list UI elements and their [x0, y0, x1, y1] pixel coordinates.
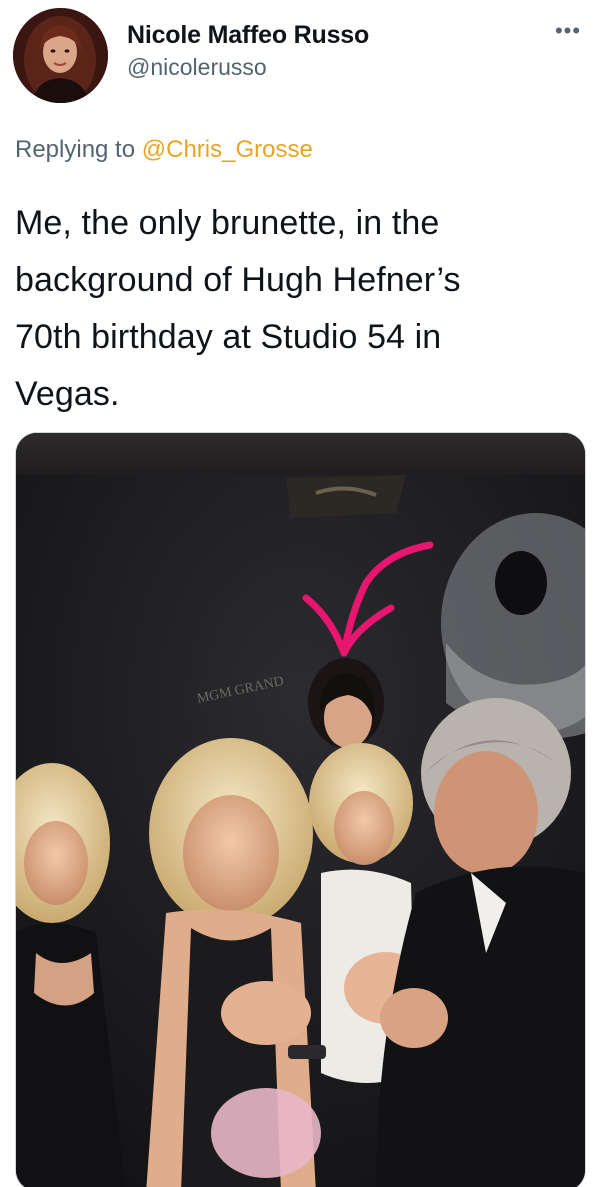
- author-names: Nicole Maffeo Russo @nicolerusso: [127, 20, 369, 82]
- more-options-icon[interactable]: •••: [553, 20, 583, 44]
- tweet-text-line: Me, the only brunette, in the: [15, 204, 440, 242]
- tweet-text-line: background of Hugh Hefner’s: [15, 261, 461, 299]
- avatar[interactable]: [13, 8, 108, 103]
- profile-photo-icon: [13, 8, 108, 103]
- author-display-name[interactable]: Nicole Maffeo Russo: [127, 20, 369, 50]
- tweet-header: Nicole Maffeo Russo @nicolerusso •••: [13, 8, 583, 104]
- reply-mention-link[interactable]: @Chris_Grosse: [142, 136, 313, 163]
- tweet-text-line: Vegas.: [15, 375, 120, 413]
- party-photo-image: MGM GRAND: [16, 433, 585, 1187]
- tweet-card: Nicole Maffeo Russo @nicolerusso ••• Rep…: [0, 0, 599, 1187]
- tweet-text-line: 70th birthday at Studio 54 in: [15, 318, 442, 356]
- replying-to-label: Replying to: [15, 136, 136, 163]
- tweet-text: Me, the only brunette, in the background…: [15, 195, 585, 423]
- replying-to: Replying to @Chris_Grosse: [15, 135, 313, 165]
- author-handle[interactable]: @nicolerusso: [127, 52, 369, 82]
- tweet-photo[interactable]: MGM GRAND: [15, 432, 586, 1187]
